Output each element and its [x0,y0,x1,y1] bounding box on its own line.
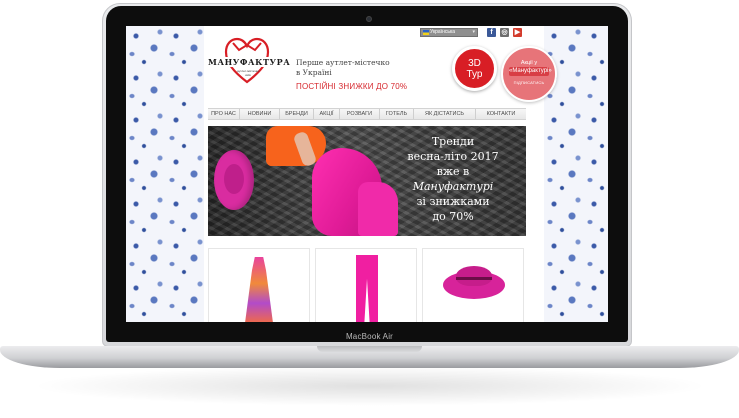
hero-line-4: Мануфактурі [412,180,494,193]
product-card-hat[interactable] [422,248,524,322]
actions-badge-subscribe: ПІДПИСАТИСЬ [513,80,545,85]
hero-line-6: до 70% [432,210,474,223]
camera-icon [366,16,372,22]
laptop-screen: Українська ▾ f ◎ ▶ МАНУФАКТУРА аутлет-мі… [126,26,608,322]
product-card-dress[interactable] [208,248,310,322]
actions-subscribe-badge[interactable]: Акції у «Мануфактурі» ПІДПИСАТИСЬ [501,46,557,102]
language-select[interactable]: Українська ▾ [420,28,478,37]
nav-item-news[interactable]: НОВИНИ [240,109,280,119]
language-selected: Українська [430,29,456,35]
youtube-icon[interactable]: ▶ [513,28,522,37]
logo-name: МАНУФАКТУРА [208,57,291,67]
hero-line-3: вже в [436,165,470,178]
promo-discount: ПОСТІЙНІ ЗНИЖКИ ДО 70% [296,82,408,91]
actions-badge-line-2: «Мануфактурі» [509,67,552,76]
hat-crown [456,266,492,286]
nav-item-about[interactable]: ПРО НАС [208,109,240,119]
laptop-notch [317,346,422,352]
nav-item-contacts[interactable]: КОНТАКТИ [476,109,526,119]
facebook-icon[interactable]: f [487,28,496,37]
hero-line-5: зі знижками [416,195,490,208]
hero-hat-crown [224,164,244,194]
logo-subtitle: аутлет-містечко київ [237,69,259,77]
nav-item-entertainment[interactable]: РОЗВАГИ [340,109,380,119]
3d-tour-button[interactable]: 3D Тур [452,46,497,91]
instagram-icon[interactable]: ◎ [500,28,509,37]
hero-line-2: весна-літо 2017 [407,150,499,163]
trousers-image [356,255,378,322]
nav-item-actions[interactable]: АКЦІЇ [314,109,340,119]
tagline-line-1: Перше аутлет-містечко [296,58,390,67]
flag-ua-icon [423,30,429,35]
chevron-down-icon: ▾ [472,29,475,35]
main-nav: ПРО НАС НОВИНИ БРЕНДИ АКЦІЇ РОЗВАГИ ГОТЕ… [208,108,526,120]
nav-item-brands[interactable]: БРЕНДИ [280,109,314,119]
hero-line-1: Тренди [431,135,475,148]
website: Українська ▾ f ◎ ▶ МАНУФАКТУРА аутлет-мі… [204,26,557,322]
tagline: Перше аутлет-містечко в Україні [296,58,436,78]
actions-badge-line-1: Акції у [520,60,538,66]
product-card-trousers[interactable] [315,248,417,322]
tour-line-2: Тур [466,69,483,80]
nav-item-directions[interactable]: ЯК ДІСТАТИСЬ [414,109,476,119]
dress-image [245,257,273,322]
hero-banner[interactable]: Тренди весна-літо 2017 вже в Мануфактурі… [208,126,526,236]
hat-band [456,277,492,280]
nav-item-hotel[interactable]: ГОТЕЛЬ [380,109,414,119]
device-label: MacBook Air [345,332,394,341]
tour-line-1: 3D [468,58,481,69]
hero-headline: Тренди весна-літо 2017 вже в Мануфактурі… [378,134,526,224]
background-pattern-left [126,26,204,322]
tagline-line-2: в Україні [296,68,332,77]
laptop-shadow [30,366,710,406]
